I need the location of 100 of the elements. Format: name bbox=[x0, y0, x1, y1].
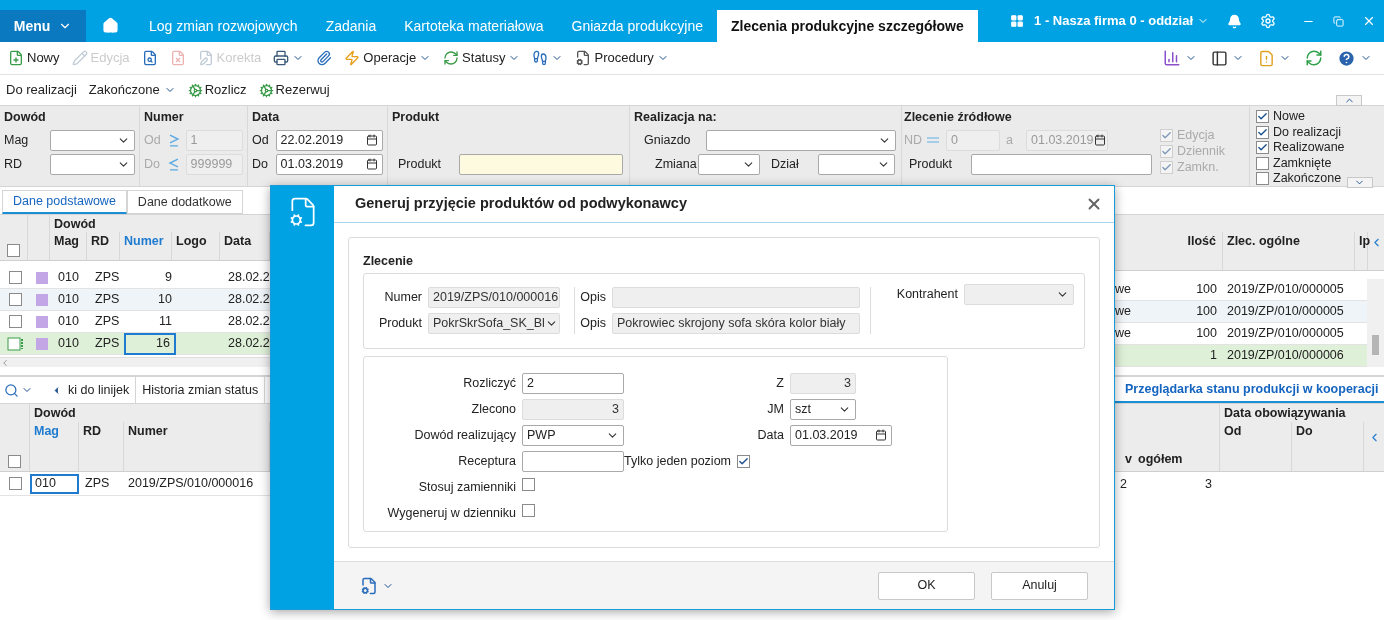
column-header[interactable]: ogółem bbox=[1136, 450, 1183, 469]
tab[interactable]: Zlecenia produkcyjne szczegółowe bbox=[717, 10, 978, 42]
edit-checkbox-icon[interactable] bbox=[6, 336, 24, 351]
toolbar-button[interactable]: Statusy bbox=[439, 46, 525, 70]
dropdown[interactable] bbox=[49, 129, 135, 151]
bell-icon[interactable] bbox=[1227, 13, 1242, 29]
dropdown[interactable]: PokrSkrSofa_SK_Bl bbox=[428, 313, 560, 335]
column-header[interactable]: RD bbox=[87, 232, 120, 260]
checkbox[interactable] bbox=[1256, 172, 1269, 186]
table-cell[interactable]: 9 bbox=[124, 266, 176, 289]
restore-icon[interactable] bbox=[1333, 15, 1344, 27]
table-row[interactable]: 010 ZPS 16 28.02.2 bbox=[0, 333, 270, 355]
field-label: Od bbox=[252, 131, 270, 149]
toolbar-button[interactable]: Rozlicz bbox=[187, 80, 247, 100]
dropdown[interactable] bbox=[706, 129, 896, 151]
toolbar-button[interactable]: Operacje bbox=[340, 46, 436, 70]
dropdown[interactable]: PWP bbox=[522, 424, 624, 446]
tab[interactable]: Dane podstawowe bbox=[2, 190, 127, 214]
filter-dropdown[interactable]: Zakończone bbox=[88, 80, 176, 100]
table-cell[interactable]: 11 bbox=[124, 310, 176, 333]
dialog-button[interactable]: Anuluj bbox=[991, 571, 1088, 600]
input-field[interactable] bbox=[459, 153, 623, 175]
checkbox[interactable] bbox=[8, 455, 21, 468]
column-header[interactable]: Od bbox=[1220, 422, 1292, 471]
column-header[interactable]: v bbox=[1115, 450, 1136, 469]
dropdown[interactable] bbox=[49, 153, 135, 175]
close-icon[interactable] bbox=[1362, 14, 1376, 28]
table-cell[interactable]: 16 bbox=[124, 332, 176, 355]
expand-button[interactable] bbox=[1346, 177, 1373, 188]
field-label: Do bbox=[252, 155, 269, 173]
tab[interactable]: Historia zmian status bbox=[136, 377, 266, 403]
dropdown[interactable] bbox=[698, 153, 760, 175]
checkbox[interactable] bbox=[8, 477, 22, 490]
table-cell: we bbox=[1115, 282, 1131, 297]
panel-icon[interactable] bbox=[1211, 49, 1228, 67]
column-header[interactable]: RD bbox=[79, 422, 124, 471]
field-label: a bbox=[1005, 131, 1014, 149]
input-field[interactable]: 3 bbox=[790, 372, 856, 394]
column-header[interactable]: Logo bbox=[172, 232, 220, 260]
home-icon[interactable] bbox=[102, 17, 119, 34]
scrollbar[interactable] bbox=[1367, 279, 1384, 367]
help-icon[interactable] bbox=[1337, 48, 1356, 68]
window-gear-icon[interactable] bbox=[360, 576, 378, 595]
column-header[interactable]: Do bbox=[1292, 422, 1364, 471]
apps-icon[interactable] bbox=[1010, 14, 1025, 28]
input-field[interactable] bbox=[971, 153, 1152, 175]
date-field[interactable]: 22.02.2019 bbox=[275, 129, 383, 151]
checkbox-label: Do realizacji bbox=[1273, 123, 1342, 141]
input-field[interactable]: 3 bbox=[522, 398, 624, 420]
checkbox[interactable] bbox=[6, 243, 20, 257]
menu-button[interactable]: Menu bbox=[0, 10, 86, 42]
column-header[interactable]: Zlec. ogólne bbox=[1223, 232, 1355, 271]
tab[interactable]: ki do linijek bbox=[62, 377, 137, 403]
column-header[interactable]: Ip bbox=[1355, 232, 1368, 271]
checkbox[interactable] bbox=[737, 454, 750, 468]
checkbox[interactable] bbox=[8, 293, 22, 306]
field-label: Kontrahent bbox=[896, 285, 958, 303]
table-row[interactable]: 010 ZPS 10 28.02.2 bbox=[0, 289, 270, 311]
input-field[interactable] bbox=[612, 287, 860, 309]
column-header[interactable]: Mag bbox=[30, 422, 79, 471]
refresh-icon[interactable] bbox=[1305, 49, 1323, 67]
table-cell[interactable]: 10 bbox=[124, 288, 176, 311]
column-header[interactable]: Mag bbox=[50, 232, 87, 260]
file-gear-icon bbox=[575, 50, 592, 66]
checkbox[interactable] bbox=[522, 477, 535, 491]
date-field[interactable]: 01.03.2019 bbox=[275, 153, 383, 175]
input-field[interactable]: 2 bbox=[522, 372, 624, 394]
checkbox[interactable] bbox=[8, 315, 22, 328]
date-field[interactable]: 01.03.2019 bbox=[790, 424, 892, 446]
checkbox[interactable] bbox=[1256, 141, 1269, 155]
dialog-button[interactable]: OK bbox=[878, 571, 975, 600]
toolbar-button[interactable]: Procedury bbox=[571, 46, 673, 70]
tab[interactable]: Dane dodatkowe bbox=[126, 190, 243, 214]
checkbox[interactable] bbox=[522, 503, 535, 517]
chart-icon[interactable] bbox=[1163, 49, 1181, 67]
filter-button[interactable]: Do realizacji bbox=[6, 80, 77, 100]
settings-icon[interactable] bbox=[1260, 13, 1276, 29]
toolbar-button[interactable]: Rezerwuj bbox=[258, 80, 330, 100]
field-label: Gniazdo bbox=[644, 131, 692, 149]
checkbox[interactable] bbox=[1256, 156, 1269, 170]
greater-equal-icon bbox=[167, 133, 180, 148]
column-header[interactable]: Ilość bbox=[1140, 232, 1223, 271]
table-cell-text: 010 bbox=[57, 335, 80, 353]
column-header[interactable]: Numer bbox=[120, 232, 172, 260]
checkbox[interactable] bbox=[1256, 110, 1269, 124]
input-field[interactable]: Pokrowiec skrojony sofa skóra kolor biały bbox=[612, 313, 860, 335]
calendar-icon bbox=[875, 429, 887, 442]
table-cell[interactable]: 010 bbox=[30, 473, 79, 494]
checkbox[interactable] bbox=[1256, 125, 1269, 139]
table-cell-text: ZPS bbox=[94, 335, 121, 353]
dropdown[interactable] bbox=[818, 153, 895, 175]
toolbar-button[interactable]: Nowy bbox=[4, 46, 64, 70]
alert-settings-icon[interactable] bbox=[1258, 49, 1275, 67]
dropdown[interactable]: szt bbox=[790, 398, 856, 420]
column-group-header: Dowód bbox=[53, 216, 97, 232]
checkbox[interactable] bbox=[8, 271, 22, 284]
search-icon[interactable] bbox=[4, 382, 19, 398]
input-field[interactable] bbox=[522, 450, 624, 472]
input-field[interactable]: 2019/ZPS/010/000016 bbox=[428, 287, 560, 309]
collapse-button[interactable] bbox=[1336, 95, 1362, 106]
